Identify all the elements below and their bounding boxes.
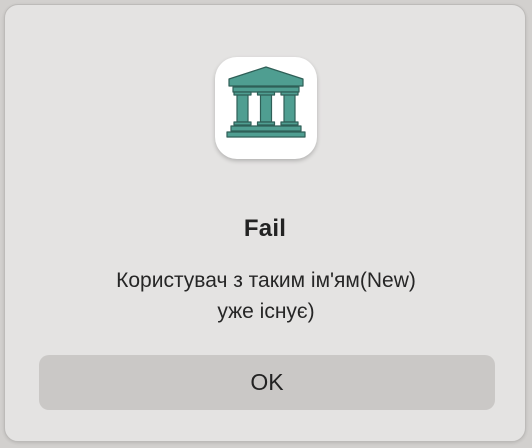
message-line-1: Користувач з таким ім'ям(New) (116, 269, 416, 292)
message-line-2: уже існує) (217, 300, 315, 323)
bank-building-icon (215, 57, 317, 159)
ok-button[interactable]: OK (39, 355, 495, 410)
dialog-message: Користувач з таким ім'ям(New) уже існує) (45, 265, 487, 327)
dialog-title: Fail (243, 215, 287, 242)
alert-dialog: Fail Користувач з таким ім'ям(New) уже і… (4, 4, 526, 442)
